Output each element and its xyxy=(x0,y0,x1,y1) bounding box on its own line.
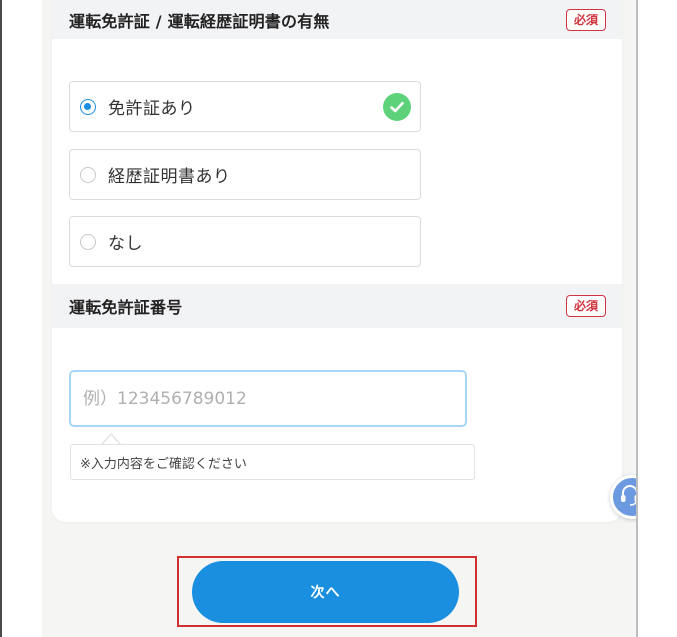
radio-button[interactable] xyxy=(80,233,96,250)
check-circle-icon xyxy=(383,93,411,121)
license-section-title: 運転免許証 / 運転経歴証明書の有無 xyxy=(69,11,330,31)
hint-arrow xyxy=(101,433,121,445)
license-option-has-certificate[interactable]: 経歴証明書あり xyxy=(69,149,421,200)
license-number-section-title: 運転免許証番号 xyxy=(69,298,183,317)
option-label: 経歴証明書あり xyxy=(108,167,231,187)
radio-button[interactable] xyxy=(80,166,96,183)
validation-hint: ※入力内容をご確認ください xyxy=(70,444,475,480)
license-section-header: 運転免許証 / 運転経歴証明書の有無 必須 xyxy=(52,0,622,39)
frame-right-border xyxy=(636,0,638,637)
option-label: 免許証あり xyxy=(108,99,196,119)
required-badge: 必須 xyxy=(565,8,606,31)
option-label: なし xyxy=(108,234,143,254)
license-option-none[interactable]: なし xyxy=(69,216,421,267)
next-button[interactable]: 次へ xyxy=(192,561,459,623)
validation-hint-text: ※入力内容をご確認ください xyxy=(80,456,247,472)
viewport-edge xyxy=(638,470,677,530)
required-badge: 必須 xyxy=(565,295,606,317)
license-number-section-header: 運転免許証番号 必須 xyxy=(52,284,622,328)
license-number-input[interactable] xyxy=(69,370,467,427)
radio-button-checked[interactable] xyxy=(80,98,96,115)
license-option-has-license[interactable]: 免許証あり xyxy=(69,81,421,132)
frame-left-border xyxy=(0,0,2,637)
